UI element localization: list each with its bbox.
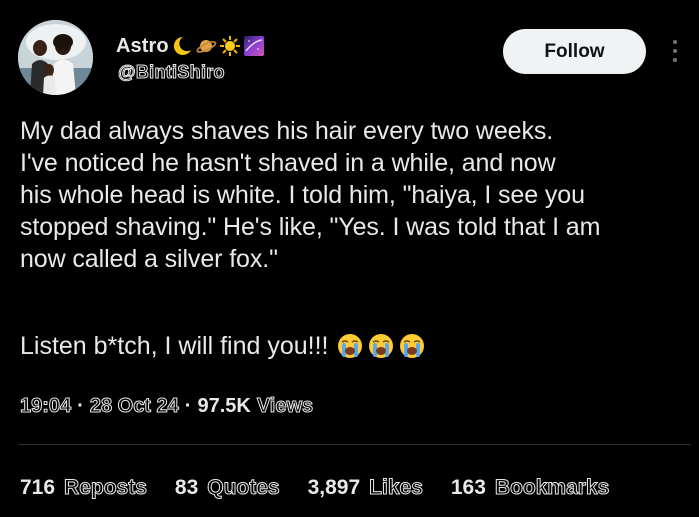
more-dot xyxy=(673,58,677,62)
tweet-body-second-paragraph: Listen b*tch, I will find you!!! xyxy=(20,330,426,362)
quotes-stat[interactable]: 83 Quotes xyxy=(175,476,280,500)
tweet-header: Astro @BintiShiro Follow xyxy=(0,0,699,100)
bookmarks-label[interactable]: Bookmarks xyxy=(494,476,609,500)
display-name[interactable]: Astro xyxy=(116,35,169,58)
tweet-second-paragraph-text: Listen b*tch, I will find you!!! xyxy=(20,332,329,360)
views-count: 97.5K xyxy=(197,395,251,417)
tweet-body: My dad always shaves his hair every two … xyxy=(20,117,601,273)
tweet-meta: 19:04 · 28 Oct 24 · 97.5K Views xyxy=(19,395,313,418)
divider xyxy=(18,444,691,445)
likes-stat[interactable]: 3,897 Likes xyxy=(307,476,424,500)
reposts-stat[interactable]: 716 Reposts xyxy=(20,476,147,500)
meta-separator: · xyxy=(77,395,84,417)
reposts-label[interactable]: Reposts xyxy=(64,476,148,500)
reposts-count: 716 xyxy=(20,476,56,499)
more-dot xyxy=(673,49,677,53)
loudly-crying-face-icon xyxy=(336,332,364,360)
sun-icon xyxy=(219,35,241,57)
bookmarks-stat[interactable]: 163 Bookmarks xyxy=(450,476,610,500)
user-handle[interactable]: @BintiShiro xyxy=(118,62,226,83)
engagement-stats: 716 Reposts 83 Quotes 3,897 Likes 163 Bo… xyxy=(20,476,637,500)
follow-button[interactable]: Follow xyxy=(503,29,646,74)
quotes-count: 83 xyxy=(174,476,199,499)
more-dot xyxy=(673,40,677,44)
ringed-planet-icon xyxy=(195,35,217,57)
galaxy-icon xyxy=(243,35,265,57)
meta-separator: · xyxy=(184,395,192,417)
tweet-date[interactable]: 28 Oct 24 xyxy=(89,395,179,418)
quotes-label[interactable]: Quotes xyxy=(207,476,280,500)
crescent-moon-icon xyxy=(171,35,193,57)
avatar[interactable] xyxy=(18,20,93,95)
display-name-row[interactable]: Astro xyxy=(116,33,265,59)
likes-label[interactable]: Likes xyxy=(369,476,424,500)
loudly-crying-face-icon xyxy=(367,332,395,360)
bookmarks-count: 163 xyxy=(450,476,486,499)
more-options-icon[interactable] xyxy=(663,34,687,68)
loudly-crying-face-icon xyxy=(398,332,426,360)
likes-count: 3,897 xyxy=(307,476,361,499)
tweet-time[interactable]: 19:04 xyxy=(19,395,71,418)
views-label[interactable]: Views xyxy=(256,395,313,418)
